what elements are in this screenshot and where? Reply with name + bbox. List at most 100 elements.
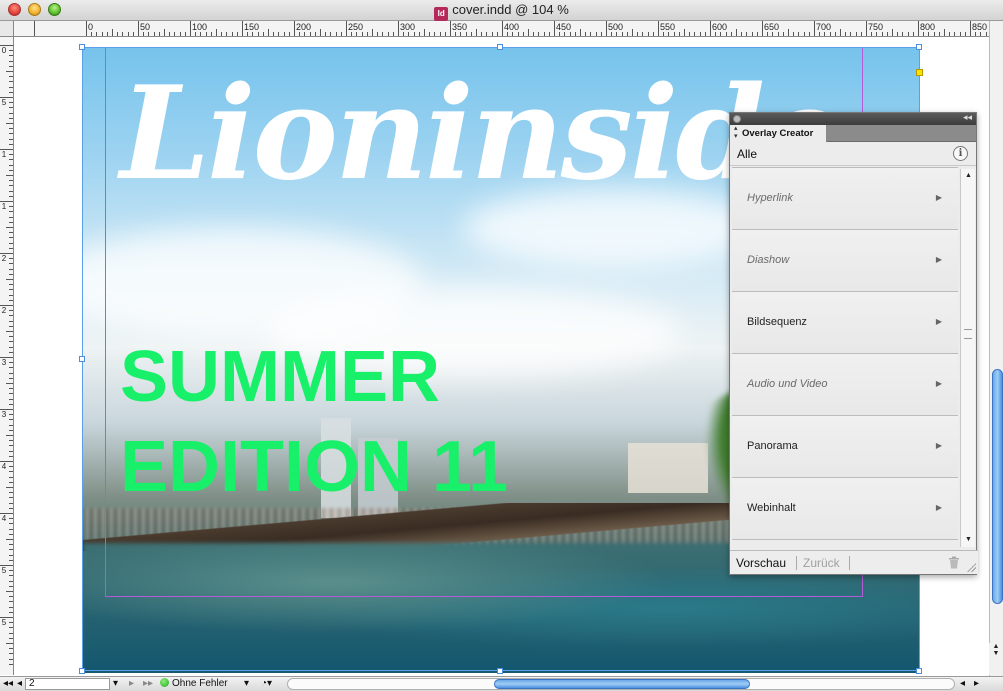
ruler-minor-tick xyxy=(949,32,951,36)
ruler-minor-tick xyxy=(9,440,13,442)
window-scroll-thumb[interactable] xyxy=(992,369,1003,604)
ruler-minor-tick xyxy=(444,32,446,36)
ruler-minor-tick xyxy=(320,29,321,36)
tab-overlay-creator[interactable]: ▴ ▾ Overlay Creator xyxy=(730,125,827,142)
ruler-minor-tick xyxy=(9,86,13,88)
page-number-field[interactable]: 2 xyxy=(25,678,110,690)
ruler-minor-tick xyxy=(9,242,13,244)
ruler-major-tick xyxy=(658,21,659,36)
ruler-minor-tick xyxy=(9,554,13,556)
ruler-minor-tick xyxy=(96,32,98,36)
ruler-minor-tick xyxy=(564,32,566,36)
ruler-minor-tick xyxy=(975,32,977,36)
scroll-grip-icon[interactable] xyxy=(964,329,972,339)
ruler-minor-tick xyxy=(283,32,285,36)
ruler-minor-tick xyxy=(231,32,233,36)
first-page-icon[interactable]: ◂◂ xyxy=(3,678,13,690)
ruler-minor-tick xyxy=(491,32,493,36)
ruler-minor-tick xyxy=(637,32,639,36)
open-page-icon[interactable]: ◔▾ xyxy=(261,678,272,690)
overlay-list-item[interactable]: Panorama ▶ xyxy=(732,416,958,478)
ruler-minor-tick xyxy=(335,32,337,36)
overlay-list-item[interactable]: Webinhalt ▶ xyxy=(732,478,958,540)
ruler-minor-tick xyxy=(9,81,13,83)
ruler-minor-tick xyxy=(585,32,587,36)
page-menu-icon[interactable]: ▾ xyxy=(113,678,118,690)
scroll-up-arrow-icon[interactable]: ▲ xyxy=(989,643,1003,650)
ruler-label: 550 xyxy=(660,22,676,32)
next-page-icon[interactable]: ▸ xyxy=(129,678,134,690)
ruler-minor-tick xyxy=(9,221,13,223)
overlay-list-item[interactable]: Diashow ▶ xyxy=(732,230,958,292)
scroll-down-arrow-icon[interactable]: ▼ xyxy=(989,650,1003,657)
ruler-minor-tick xyxy=(9,606,13,608)
ruler-minor-tick xyxy=(403,32,405,36)
ruler-label: 2 xyxy=(1,254,7,263)
headline-line-2: EDITION 11 xyxy=(120,427,509,507)
ruler-label: 0 xyxy=(1,46,7,55)
footer-separator xyxy=(849,556,850,570)
ruler-minor-tick xyxy=(9,154,13,156)
scroll-right-icon[interactable]: ▸ xyxy=(974,678,979,690)
cover-headline[interactable]: SUMMER EDITION 11 xyxy=(120,332,508,512)
panel-vertical-scrollbar[interactable]: ▲ ▼ xyxy=(960,169,975,547)
ruler-minor-tick xyxy=(216,29,217,36)
ruler-minor-tick xyxy=(881,32,883,36)
ruler-minor-tick xyxy=(9,55,13,57)
previous-page-icon[interactable]: ◂ xyxy=(17,678,22,690)
panel-title-bar[interactable]: ◂◂ xyxy=(730,112,976,125)
resize-handle[interactable] xyxy=(916,668,922,674)
info-icon[interactable]: i xyxy=(953,146,968,161)
ruler-minor-tick xyxy=(9,341,13,343)
ruler-minor-tick xyxy=(356,32,358,36)
ruler-minor-tick xyxy=(808,32,810,36)
overlay-list-item[interactable]: Bildsequenz ▶ xyxy=(732,292,958,354)
overlay-list-item[interactable]: Audio und Video ▶ xyxy=(732,354,958,416)
vertical-ruler[interactable]: 0 5 1 1 2 2 3 3 4 4 5 5 xyxy=(0,37,14,675)
preflight-menu-icon[interactable]: ▾ xyxy=(244,678,249,690)
last-page-icon[interactable]: ▸▸ xyxy=(143,678,153,690)
ruler-major-tick xyxy=(814,21,815,36)
window-vertical-scrollbar[interactable] xyxy=(989,21,1003,676)
window-scroll-arrows[interactable]: ▲ ▼ xyxy=(989,643,1003,675)
ruler-origin[interactable] xyxy=(0,21,14,37)
ruler-minor-tick xyxy=(9,403,13,405)
ruler-minor-tick xyxy=(507,32,509,36)
ruler-minor-tick xyxy=(829,32,831,36)
panel-resize-grip[interactable] xyxy=(967,563,976,572)
scroll-left-icon[interactable]: ◂ xyxy=(960,678,965,690)
ruler-minor-tick xyxy=(361,32,363,36)
ruler-label: 100 xyxy=(192,22,208,32)
tab-arrows-icon: ▴ ▾ xyxy=(734,125,738,140)
ruler-minor-tick xyxy=(626,32,628,36)
resize-handle[interactable] xyxy=(79,44,85,50)
panel-collapse-icon[interactable]: ◂◂ xyxy=(963,112,972,123)
back-button[interactable]: Zurück xyxy=(803,556,840,570)
ruler-minor-tick xyxy=(730,32,732,36)
scroll-down-icon[interactable]: ▼ xyxy=(963,534,974,546)
preview-button[interactable]: Vorschau xyxy=(736,556,786,570)
horizontal-ruler[interactable]: 0 50 100 150 200 250 300 350 400 450 500 550 600 650 7… xyxy=(14,21,989,37)
resize-handle[interactable] xyxy=(497,668,503,674)
content-grabber-handle[interactable] xyxy=(916,69,923,76)
ruler-minor-tick xyxy=(9,117,13,119)
resize-handle[interactable] xyxy=(79,356,85,362)
preflight-status[interactable]: Ohne Fehler xyxy=(160,678,228,690)
scroll-up-icon[interactable]: ▲ xyxy=(963,170,974,182)
resize-handle[interactable] xyxy=(497,44,503,50)
panel-close-icon[interactable] xyxy=(733,115,741,123)
ruler-minor-tick xyxy=(465,32,467,36)
overlay-filter-row[interactable]: Alle i xyxy=(730,142,976,166)
ruler-minor-tick xyxy=(6,591,13,592)
title-bar: Id cover.indd @ 104 % xyxy=(0,0,1003,21)
ruler-minor-tick xyxy=(933,32,935,36)
ruler-minor-tick xyxy=(9,206,13,208)
ruler-minor-tick xyxy=(928,32,930,36)
resize-handle[interactable] xyxy=(79,668,85,674)
overlay-list-item[interactable]: Hyperlink ▶ xyxy=(732,168,958,230)
trash-icon[interactable] xyxy=(948,556,960,569)
ruler-minor-tick xyxy=(611,32,613,36)
ruler-minor-tick xyxy=(528,29,529,36)
resize-handle[interactable] xyxy=(916,44,922,50)
horizontal-scroll-thumb[interactable] xyxy=(494,679,750,689)
